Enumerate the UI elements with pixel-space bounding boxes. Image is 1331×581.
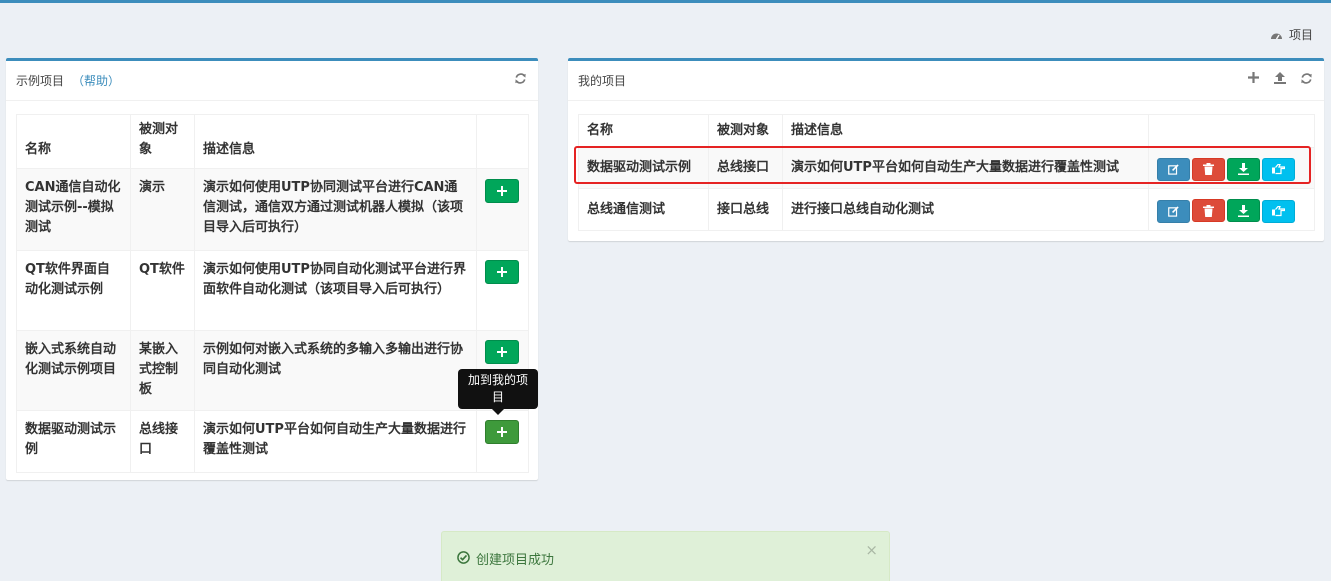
my-projects-title: 我的项目 — [578, 74, 627, 88]
alert-close-button[interactable]: × — [865, 541, 878, 559]
refresh-icon[interactable] — [514, 72, 528, 86]
breadcrumb: 项目 — [1270, 26, 1313, 43]
row-name: 总线通信测试 — [578, 188, 709, 231]
row-target: 接口总线 — [708, 188, 783, 231]
success-alert: 创建项目成功 × — [441, 531, 890, 581]
trash-icon — [1203, 204, 1214, 217]
row-desc: 示例如何对嵌入式系统的多输入多输出进行协同自动化测试 — [194, 330, 477, 411]
row-desc: 演示如何UTP平台如何自动生产大量数据进行覆盖性测试 — [194, 410, 477, 473]
upload-icon[interactable] — [1274, 72, 1288, 86]
row-name: 数据驱动测试示例 — [16, 410, 131, 473]
alert-message: 创建项目成功 — [476, 553, 555, 568]
row-target: 总线接口 — [130, 410, 195, 473]
delete-button[interactable] — [1192, 199, 1225, 223]
row-desc: 演示如何使用UTP协同自动化测试平台进行界面软件自动化测试（该项目导入后可执行） — [194, 250, 477, 331]
col-header-name: 名称 — [578, 114, 709, 148]
plus-icon — [497, 186, 507, 196]
table-row: 总线通信测试 接口总线 进行接口总线自动化测试 — [578, 188, 1315, 231]
add-to-my-projects-button[interactable] — [485, 260, 519, 284]
edit-button[interactable] — [1157, 199, 1190, 223]
download-button[interactable] — [1227, 199, 1260, 223]
row-name: 嵌入式系统自动化测试示例项目 — [16, 330, 131, 411]
add-to-my-projects-button[interactable] — [485, 179, 519, 203]
example-projects-header: 示例项目 （帮助） — [6, 61, 538, 101]
row-name: CAN通信自动化测试示例--模拟测试 — [16, 168, 131, 251]
example-projects-table: 名称 被测对象 描述信息 CAN通信自动化测试示例--模拟测试 演示 演示如何使… — [16, 114, 529, 473]
col-header-target: 被测对象 — [130, 114, 195, 169]
check-circle-icon — [457, 551, 470, 564]
col-header-desc: 描述信息 — [782, 114, 1149, 148]
col-header-target: 被测对象 — [708, 114, 783, 148]
col-header-name: 名称 — [16, 114, 131, 169]
row-target: QT软件 — [130, 250, 195, 331]
top-accent-bar — [0, 0, 1331, 3]
table-row: 数据驱动测试示例 总线接口 演示如何UTP平台如何自动生产大量数据进行覆盖性测试 — [16, 410, 529, 473]
refresh-icon[interactable] — [1300, 72, 1314, 86]
col-header-desc: 描述信息 — [194, 114, 477, 169]
row-desc: 演示如何使用UTP协同测试平台进行CAN通信测试，通信双方通过测试机器人模拟（该… — [194, 168, 477, 251]
add-icon[interactable] — [1248, 72, 1262, 86]
dashboard-icon — [1270, 33, 1282, 39]
plus-icon — [497, 267, 507, 277]
row-desc: 进行接口总线自动化测试 — [782, 188, 1149, 231]
hand-pointer-icon — [1272, 205, 1285, 216]
open-project-button[interactable] — [1262, 199, 1295, 223]
tooltip-text: 加到我的项目 — [467, 373, 528, 404]
row-target: 某嵌入式控制板 — [130, 330, 195, 411]
example-projects-title: 示例项目 — [16, 74, 65, 88]
col-header-actions — [1148, 114, 1315, 148]
table-row: QT软件界面自动化测试示例 QT软件 演示如何使用UTP协同自动化测试平台进行界… — [16, 250, 529, 331]
help-link[interactable]: （帮助） — [72, 72, 120, 89]
add-tooltip: 加到我的项目 — [458, 369, 538, 415]
edit-icon — [1168, 206, 1179, 217]
table-row: 嵌入式系统自动化测试示例项目 某嵌入式控制板 示例如何对嵌入式系统的多输入多输出… — [16, 330, 529, 411]
col-header-action — [476, 114, 529, 169]
add-to-my-projects-button[interactable] — [485, 420, 519, 444]
my-projects-header: 我的项目 — [568, 61, 1324, 101]
table-row: CAN通信自动化测试示例--模拟测试 演示 演示如何使用UTP协同测试平台进行C… — [16, 168, 529, 251]
download-icon — [1238, 204, 1249, 217]
plus-icon — [497, 427, 507, 437]
highlight-box — [574, 146, 1311, 184]
breadcrumb-label[interactable]: 项目 — [1289, 26, 1313, 43]
add-to-my-projects-button[interactable] — [485, 340, 519, 364]
row-target: 演示 — [130, 168, 195, 251]
row-name: QT软件界面自动化测试示例 — [16, 250, 131, 331]
plus-icon — [497, 347, 507, 357]
example-projects-box: 示例项目 （帮助） 名称 被测对象 描述信息 CAN通信自动化测试示例--模拟测… — [6, 58, 538, 480]
